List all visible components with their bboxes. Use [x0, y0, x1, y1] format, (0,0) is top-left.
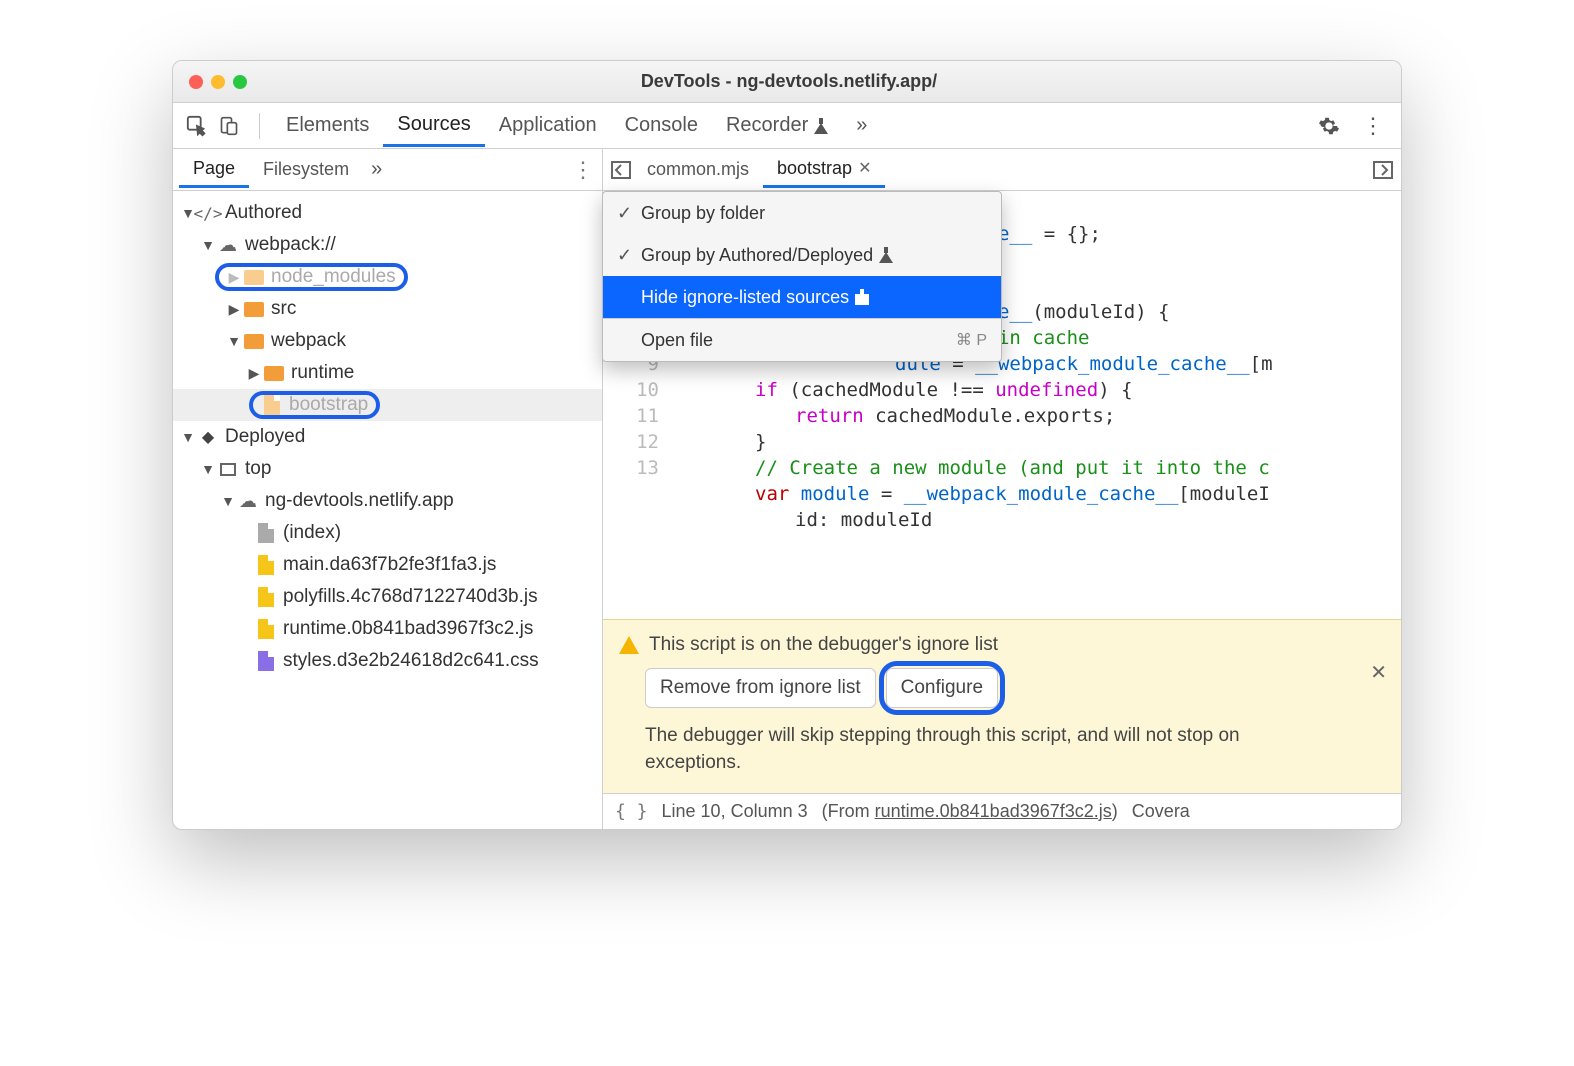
- tree-src[interactable]: ▶src: [173, 293, 602, 325]
- from-source: (From runtime.0b841bad3967f3c2.js): [822, 801, 1118, 822]
- statusbar: { } Line 10, Column 3 (From runtime.0b84…: [603, 793, 1401, 829]
- tab-recorder-label: Recorder: [726, 114, 808, 137]
- cloud-icon: [217, 234, 239, 256]
- menu-open-file[interactable]: Open file⌘ P: [603, 319, 1001, 361]
- infobar-title: This script is on the debugger's ignore …: [649, 634, 998, 656]
- toggle-sidebar-icon[interactable]: [1371, 161, 1395, 179]
- folder-icon: [243, 330, 265, 352]
- inspect-element-icon[interactable]: [183, 112, 211, 140]
- flask-icon: [814, 118, 828, 134]
- menu-group-folder[interactable]: ✓Group by folder: [603, 192, 1001, 234]
- js-file-icon: [255, 554, 277, 576]
- devtools-window: DevTools - ng-devtools.netlify.app/ Elem…: [172, 60, 1402, 830]
- editor-tab-bootstrap[interactable]: bootstrap ✕: [763, 152, 885, 188]
- file-icon: [261, 394, 283, 416]
- source-tree: ▼</>Authored ▼webpack:// ▶node_modules ▶…: [173, 191, 602, 829]
- editor-tabs: common.mjs bootstrap ✕: [603, 149, 1401, 191]
- menu-hide-ignore[interactable]: Hide ignore-listed sources: [603, 276, 1001, 318]
- tree-index[interactable]: (index): [173, 517, 602, 549]
- close-infobar-icon[interactable]: ✕: [1370, 660, 1387, 685]
- divider: [259, 113, 260, 139]
- tree-node-modules[interactable]: ▶node_modules: [173, 261, 602, 293]
- file-icon: [255, 522, 277, 544]
- editor-tab-label: bootstrap: [777, 158, 852, 179]
- warning-icon: [619, 636, 639, 654]
- tab-sources[interactable]: Sources: [383, 105, 484, 147]
- css-file-icon: [255, 650, 277, 672]
- more-tabs-icon[interactable]: »: [842, 106, 881, 145]
- tree-authored[interactable]: ▼</>Authored: [173, 197, 602, 229]
- remove-from-ignore-button[interactable]: Remove from ignore list: [645, 668, 876, 708]
- titlebar: DevTools - ng-devtools.netlify.app/: [173, 61, 1401, 103]
- cloud-icon: [237, 490, 259, 512]
- tab-console[interactable]: Console: [611, 106, 712, 145]
- tree-runtime-js[interactable]: runtime.0b841bad3967f3c2.js: [173, 613, 602, 645]
- navigator-more-icon[interactable]: »: [371, 158, 382, 181]
- page-tab[interactable]: Page: [179, 152, 249, 188]
- source-link[interactable]: runtime.0b841bad3967f3c2.js: [875, 801, 1112, 821]
- editor-pane: common.mjs bootstrap ✕ ✓Group by folder …: [603, 149, 1401, 829]
- navigator-tabs: Page Filesystem » ⋮: [173, 149, 602, 191]
- pretty-print-icon[interactable]: { }: [615, 801, 648, 822]
- tree-domain[interactable]: ▼ng-devtools.netlify.app: [173, 485, 602, 517]
- flask-icon: [855, 289, 869, 305]
- navigator-menu-icon[interactable]: ⋮: [570, 157, 596, 183]
- tree-webpack-folder[interactable]: ▼webpack: [173, 325, 602, 357]
- context-menu: ✓Group by folder ✓Group by Authored/Depl…: [602, 191, 1002, 362]
- top-tabs: Elements Sources Application Console Rec…: [272, 105, 881, 147]
- tree-runtime[interactable]: ▶runtime: [173, 357, 602, 389]
- filesystem-tab[interactable]: Filesystem: [249, 153, 363, 186]
- tab-elements[interactable]: Elements: [272, 106, 383, 145]
- content-area: Page Filesystem » ⋮ ▼</>Authored ▼webpac…: [173, 149, 1401, 829]
- infobar-desc: The debugger will skip stepping through …: [645, 722, 1285, 777]
- shortcut-text: ⌘ P: [956, 330, 987, 350]
- navigator-pane: Page Filesystem » ⋮ ▼</>Authored ▼webpac…: [173, 149, 603, 829]
- window-title: DevTools - ng-devtools.netlify.app/: [247, 71, 1331, 92]
- cube-icon: [197, 426, 219, 448]
- traffic-lights: [189, 75, 247, 89]
- js-file-icon: [255, 586, 277, 608]
- js-file-icon: [255, 618, 277, 640]
- tree-webpack-root[interactable]: ▼webpack://: [173, 229, 602, 261]
- code-icon: </>: [197, 202, 219, 224]
- cursor-position: Line 10, Column 3: [662, 801, 808, 822]
- close-window-button[interactable]: [189, 75, 203, 89]
- ignore-list-infobar: This script is on the debugger's ignore …: [603, 619, 1401, 793]
- more-menu-icon[interactable]: ⋮: [1359, 112, 1387, 140]
- maximize-window-button[interactable]: [233, 75, 247, 89]
- editor-tab-common[interactable]: common.mjs: [633, 153, 763, 186]
- tree-bootstrap[interactable]: bootstrap: [173, 389, 602, 421]
- close-tab-icon[interactable]: ✕: [858, 158, 871, 178]
- minimize-window-button[interactable]: [211, 75, 225, 89]
- configure-button[interactable]: Configure: [886, 668, 998, 708]
- tree-top[interactable]: ▼top: [173, 453, 602, 485]
- tree-main-js[interactable]: main.da63f7b2fe3f1fa3.js: [173, 549, 602, 581]
- tree-styles-css[interactable]: styles.d3e2b24618d2c641.css: [173, 645, 602, 677]
- nav-back-icon[interactable]: [609, 161, 633, 179]
- tab-recorder[interactable]: Recorder: [712, 106, 842, 145]
- folder-icon: [243, 298, 265, 320]
- menu-group-auth[interactable]: ✓Group by Authored/Deployed: [603, 234, 1001, 276]
- flask-icon: [879, 247, 893, 263]
- tree-deployed[interactable]: ▼Deployed: [173, 421, 602, 453]
- device-toggle-icon[interactable]: [215, 112, 243, 140]
- settings-gear-icon[interactable]: [1315, 112, 1343, 140]
- coverage-label: Covera: [1132, 801, 1190, 822]
- tab-application[interactable]: Application: [485, 106, 611, 145]
- frame-icon: [217, 458, 239, 480]
- folder-icon: [263, 362, 285, 384]
- tree-polyfills-js[interactable]: polyfills.4c768d7122740d3b.js: [173, 581, 602, 613]
- folder-icon: [243, 266, 265, 288]
- main-toolbar: Elements Sources Application Console Rec…: [173, 103, 1401, 149]
